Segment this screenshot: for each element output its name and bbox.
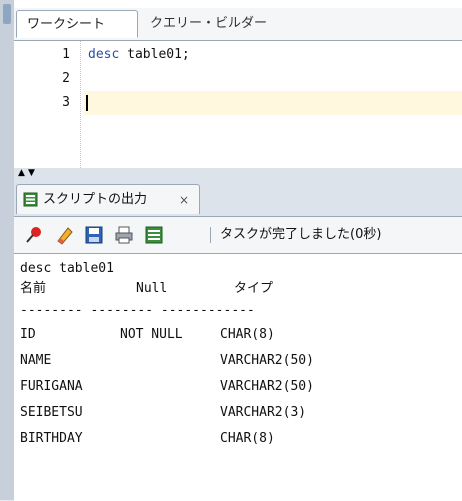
line-number-gutter: 1 2 3 xyxy=(14,41,81,168)
line-number: 3 xyxy=(62,95,70,110)
output-header-row: 名前 Null タイプ xyxy=(20,278,460,300)
code-text: table01; xyxy=(119,47,190,62)
collapse-up-icon[interactable]: ▲ xyxy=(18,169,25,178)
side-accent xyxy=(3,4,11,24)
script-output-text[interactable]: desc table01 名前 Null タイプ -------- ------… xyxy=(14,253,462,501)
close-icon[interactable]: × xyxy=(179,185,189,215)
current-code-line[interactable] xyxy=(84,91,462,115)
worksheet-tabbar: ワークシート クエリー・ビルダー xyxy=(14,8,462,41)
text-caret xyxy=(86,95,88,111)
column-type: VARCHAR2(50) xyxy=(220,353,314,368)
worksheet-panel: ワークシート クエリー・ビルダー 1 2 3 desc table01; xyxy=(14,0,462,169)
sql-keyword: desc xyxy=(88,47,120,62)
output-toolbar: タスクが完了しました(0秒) xyxy=(14,216,462,253)
sql-editor[interactable]: 1 2 3 desc table01; xyxy=(14,41,462,168)
print-icon[interactable] xyxy=(114,225,134,245)
output-command: desc table01 xyxy=(20,261,114,276)
script-output-icon xyxy=(23,192,38,207)
output-row: ID NOT NULL CHAR(8) xyxy=(20,324,460,346)
line-number: 1 xyxy=(62,47,70,62)
tab-query-builder[interactable]: クエリー・ビルダー xyxy=(140,10,280,38)
collapse-down-icon[interactable]: ▼ xyxy=(28,169,35,178)
tab-label: スクリプトの出力 xyxy=(43,192,148,207)
header-name: 名前 xyxy=(20,281,47,296)
column-name: ID xyxy=(20,327,36,342)
code-area[interactable]: desc table01; xyxy=(84,41,462,168)
script-icon[interactable] xyxy=(144,225,164,245)
column-name: SEIBETSU xyxy=(20,405,83,420)
column-type: CHAR(8) xyxy=(220,327,275,342)
eraser-icon[interactable] xyxy=(54,225,74,245)
toolbar-separator xyxy=(210,227,211,243)
line-number: 2 xyxy=(62,71,70,86)
pin-icon[interactable] xyxy=(24,225,44,245)
column-null: NOT NULL xyxy=(120,327,183,342)
save-icon[interactable] xyxy=(84,225,104,245)
output-row: FURIGANA VARCHAR2(50) xyxy=(20,376,460,398)
column-name: FURIGANA xyxy=(20,379,83,394)
tab-script-output[interactable]: スクリプトの出力 × xyxy=(16,184,200,214)
header-null: Null xyxy=(136,281,168,296)
header-type: タイプ xyxy=(234,281,274,296)
column-type: CHAR(8) xyxy=(220,431,275,446)
column-type: VARCHAR2(3) xyxy=(220,405,307,420)
app-window: ワークシート クエリー・ビルダー 1 2 3 desc table01; ▲ ▼ xyxy=(0,0,462,501)
output-row: NAME VARCHAR2(50) xyxy=(20,350,460,372)
column-name: BIRTHDAY xyxy=(20,431,83,446)
task-status-text: タスクが完了しました(0秒) xyxy=(220,227,382,242)
output-separator: -------- -------- ------------ xyxy=(20,303,255,318)
script-output-panel: スクリプトの出力 × タスクが完了しました(0秒) desc table01 名… xyxy=(14,178,462,501)
column-type: VARCHAR2(50) xyxy=(220,379,314,394)
output-row: SEIBETSU VARCHAR2(3) xyxy=(20,402,460,424)
tab-worksheet[interactable]: ワークシート xyxy=(16,10,138,38)
column-name: NAME xyxy=(20,353,52,368)
code-line[interactable]: desc table01; xyxy=(88,43,462,67)
left-side-strip xyxy=(0,0,15,500)
panel-splitter[interactable]: ▲ ▼ xyxy=(14,168,462,178)
output-tabbar: スクリプトの出力 × xyxy=(14,178,462,216)
output-row: BIRTHDAY CHAR(8) xyxy=(20,428,460,450)
code-line[interactable] xyxy=(88,67,462,91)
